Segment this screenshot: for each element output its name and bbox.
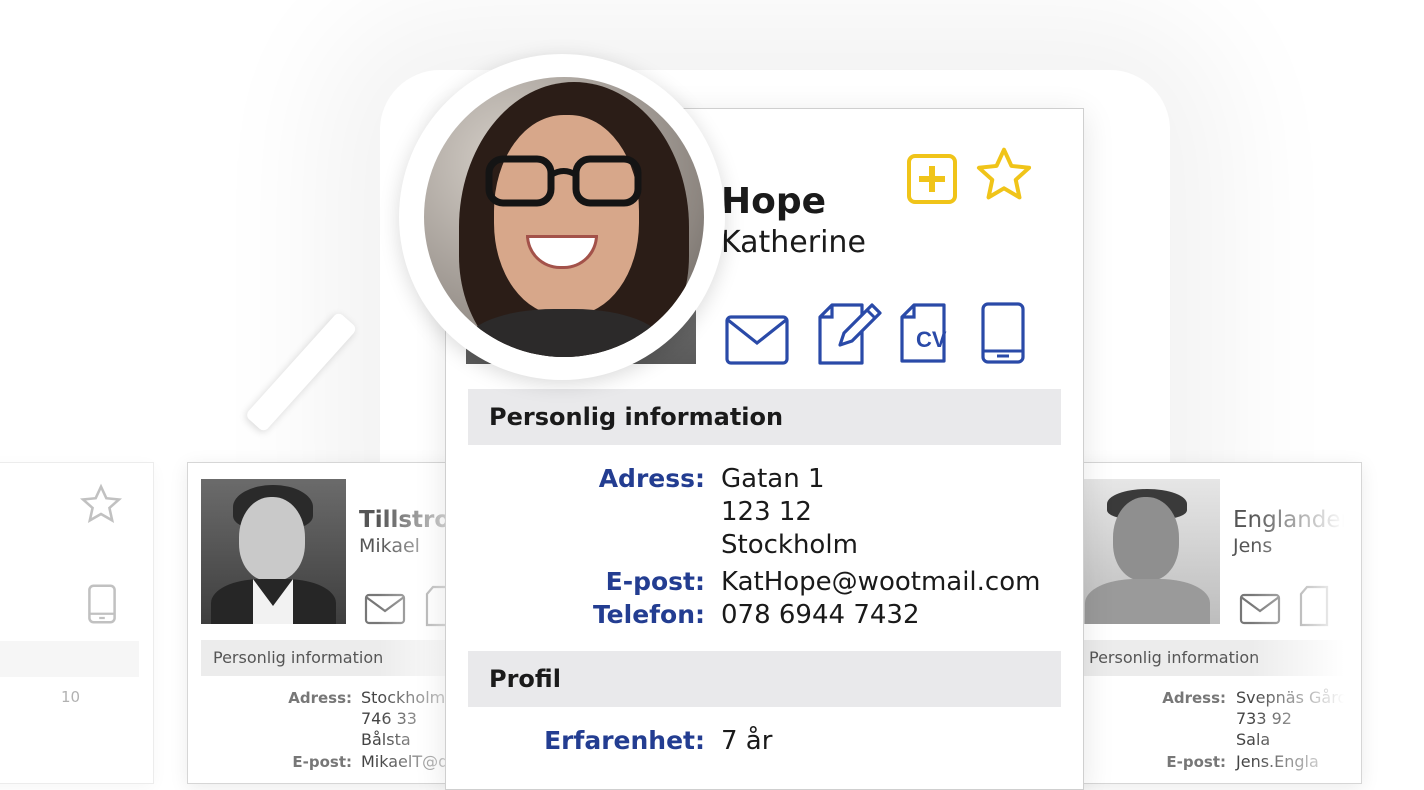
address-line-2: 746 33 (361, 709, 417, 728)
edit-document-icon[interactable] (818, 301, 882, 365)
edit-document-icon[interactable] (1297, 585, 1333, 627)
address-line-1: Svepnäs Gård (1236, 688, 1348, 707)
tablet-icon[interactable] (85, 583, 119, 625)
first-name: Jens (1233, 535, 1273, 557)
magnified-profile-photo (424, 77, 704, 357)
address-line-3: Sala (1236, 730, 1271, 749)
address-line-1: Gatan 1 (721, 464, 825, 494)
phone-value[interactable]: 078 6944 7432 (721, 599, 920, 632)
profile-card-far-left[interactable]: 10 (0, 462, 154, 784)
email-value[interactable]: KatHope@wootmail.com (721, 566, 1040, 599)
profile-photo (1075, 479, 1220, 624)
profile-photo (201, 479, 346, 624)
add-icon[interactable] (906, 153, 958, 205)
address-line-2: 123 12 (721, 497, 812, 527)
address-line-2: 733 92 (1236, 709, 1292, 728)
profile-card-englander[interactable]: Englander Jens Personlig information Adr… (1060, 462, 1362, 784)
section-title: Personlig information (1075, 640, 1361, 676)
star-icon[interactable] (972, 143, 1036, 207)
mail-icon[interactable] (1239, 593, 1281, 625)
partial-text: 10 (61, 688, 81, 706)
first-name: Katherine (721, 225, 866, 260)
section-bar (0, 641, 139, 677)
star-icon[interactable] (79, 483, 123, 527)
section-profile[interactable]: Profil (468, 651, 1061, 707)
address-line-3: Stockholm (721, 530, 858, 560)
last-name: Hope (721, 181, 827, 222)
email-value[interactable]: MikaelT@d (361, 751, 448, 772)
magnifier-handle (244, 311, 358, 433)
profile-card-tillstrom[interactable]: Tillstrom Mikael Personlig information A… (187, 462, 489, 784)
svg-text:CV: CV (916, 327, 947, 352)
experience-value: 7 år (721, 726, 773, 756)
experience-label: Erfarenhet: (544, 726, 705, 755)
mail-icon[interactable] (364, 593, 406, 625)
section-personal-information[interactable]: Personlig information (468, 389, 1061, 445)
tablet-icon[interactable] (980, 301, 1026, 365)
address-line-1: Stockholm (361, 688, 446, 707)
phone-label: Telefon: (592, 600, 705, 629)
email-value[interactable]: Jens.Engla (1236, 751, 1319, 772)
first-name: Mikael (359, 535, 420, 557)
mail-icon[interactable] (725, 315, 789, 365)
address-line-3: Bålsta (361, 730, 411, 749)
address-label: Adress: (598, 464, 705, 493)
cv-icon[interactable]: CV (900, 301, 956, 365)
email-label: E-post: (605, 567, 705, 596)
last-name: Englander (1233, 507, 1350, 533)
